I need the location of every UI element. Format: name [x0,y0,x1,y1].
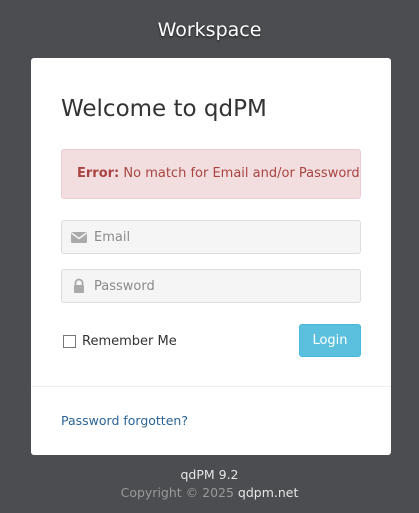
password-field[interactable] [61,269,361,303]
login-card: Welcome to qdPM Error: No match for Emai… [31,58,391,455]
password-forgotten-link[interactable]: Password forgotten? [61,413,188,428]
brand-title: Workspace [157,19,262,41]
error-message: No match for Email and/or Password [123,166,360,181]
remember-checkbox[interactable] [63,334,76,348]
qdpm-link[interactable]: qdpm.net [238,485,298,500]
password-input[interactable] [94,270,354,302]
error-alert: Error: No match for Email and/or Passwor… [61,149,361,199]
version-text: qdPM 9.2 [180,467,239,482]
email-input[interactable] [94,221,354,253]
login-button[interactable]: Login [299,324,361,357]
lock-icon [70,277,88,295]
copyright-text: Copyright © 2025 [120,485,234,500]
divider [31,386,391,387]
copyright: Copyright © 2025 qdpm.net [0,485,419,500]
error-label: Error: [77,166,120,181]
email-field[interactable] [61,220,361,254]
page-title: Welcome to qdPM [61,96,267,122]
envelope-icon [70,228,88,246]
remember-me[interactable]: Remember Me [63,332,177,350]
remember-label[interactable]: Remember Me [82,334,177,349]
